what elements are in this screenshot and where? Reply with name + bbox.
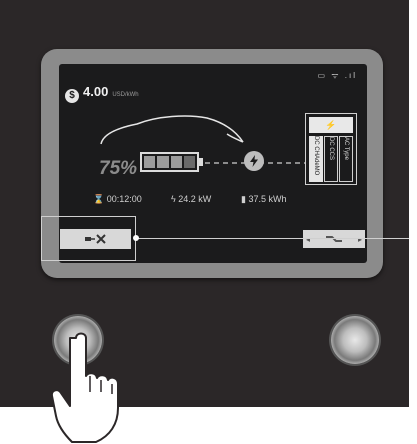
soft-key-right[interactable]: ◂ ▸ bbox=[303, 230, 365, 248]
battery-cell bbox=[157, 156, 169, 168]
connector-selector: ⚡ DC CHAdeMO DC CCS AC Type bbox=[305, 113, 357, 185]
price-display: $ 4.00 USD/kWh bbox=[65, 84, 139, 103]
right-hardware-button[interactable] bbox=[331, 316, 379, 364]
callout-highlight bbox=[41, 216, 136, 261]
connector-option-ac-type[interactable]: AC Type bbox=[339, 136, 353, 182]
battery-cell bbox=[144, 156, 156, 168]
dollar-charge-icon: $ bbox=[65, 88, 79, 103]
charging-power: ϟ 24.2 kW bbox=[171, 194, 212, 204]
connector-option-chademo[interactable]: DC CHAdeMO bbox=[309, 136, 323, 182]
battery-cell bbox=[183, 156, 195, 168]
car-outline-icon bbox=[100, 115, 244, 145]
battery-terminal bbox=[199, 158, 203, 166]
callout-line bbox=[136, 238, 409, 239]
hourglass-icon: ⌛ bbox=[93, 194, 105, 204]
elapsed-time: ⌛ 00:12:00 bbox=[93, 194, 142, 204]
status-bar-icons: ▭ ᯤ .ıl bbox=[317, 71, 357, 80]
price-unit: USD/kWh bbox=[112, 92, 139, 98]
state-of-charge-label: 75% bbox=[99, 158, 138, 179]
charging-connector-icon: ⚡ bbox=[309, 117, 353, 133]
connector-option-ccs[interactable]: DC CCS bbox=[324, 136, 338, 182]
charging-bolt-icon bbox=[244, 151, 264, 171]
bolt-icon: ϟ bbox=[171, 194, 176, 204]
price-value: 4.00 bbox=[83, 84, 109, 99]
chevron-left-icon: ◂ bbox=[306, 234, 311, 244]
battery-cell bbox=[170, 156, 182, 168]
delivered-energy: ▮ 37.5 kWh bbox=[241, 194, 287, 204]
plug-icon bbox=[326, 236, 342, 242]
callout-dot bbox=[133, 235, 139, 241]
pointing-hand-icon bbox=[50, 332, 119, 443]
battery-icon: ▮ bbox=[241, 194, 246, 204]
battery-gauge bbox=[140, 152, 199, 172]
connector-icon-label: ⚡ bbox=[325, 119, 337, 130]
chevron-right-icon: ▸ bbox=[357, 234, 362, 244]
